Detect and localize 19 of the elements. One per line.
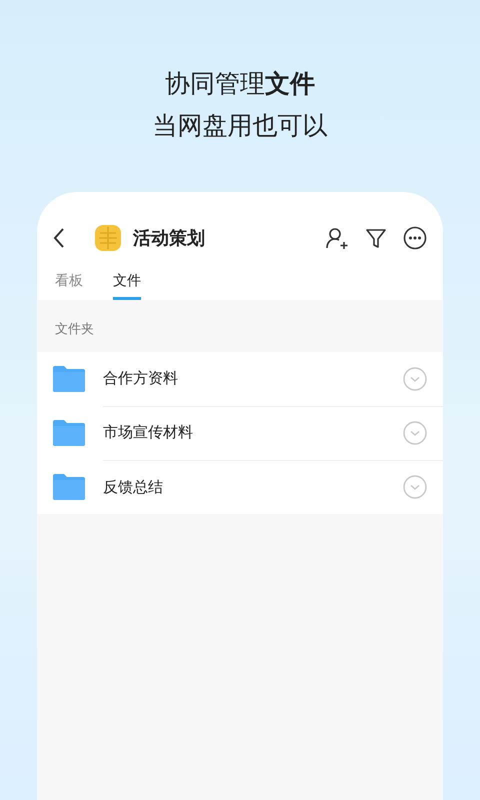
folder-icon — [53, 420, 85, 446]
folder-row[interactable]: 反馈总结 — [37, 460, 443, 514]
add-member-icon[interactable] — [325, 226, 349, 250]
headline: 协同管理文件 — [165, 68, 315, 100]
folder-name: 合作方资料 — [103, 369, 179, 388]
project-title: 活动策划 — [133, 227, 205, 250]
folder-icon — [53, 474, 85, 500]
subheadline: 当网盘用也可以 — [152, 110, 328, 142]
filter-icon[interactable] — [365, 227, 387, 249]
project-icon — [95, 225, 121, 251]
folder-row[interactable]: 市场宣传材料 — [37, 406, 443, 460]
tab[interactable]: 看板 — [55, 264, 83, 300]
folder-name: 市场宣传材料 — [103, 423, 194, 442]
folder-icon — [53, 366, 85, 392]
folder-name: 反馈总结 — [103, 478, 164, 496]
more-icon[interactable] — [403, 226, 427, 250]
folder-row[interactable]: 合作方资料 — [37, 352, 443, 406]
section-label: 文件夹 — [54, 321, 95, 339]
back-icon[interactable] — [53, 227, 65, 249]
